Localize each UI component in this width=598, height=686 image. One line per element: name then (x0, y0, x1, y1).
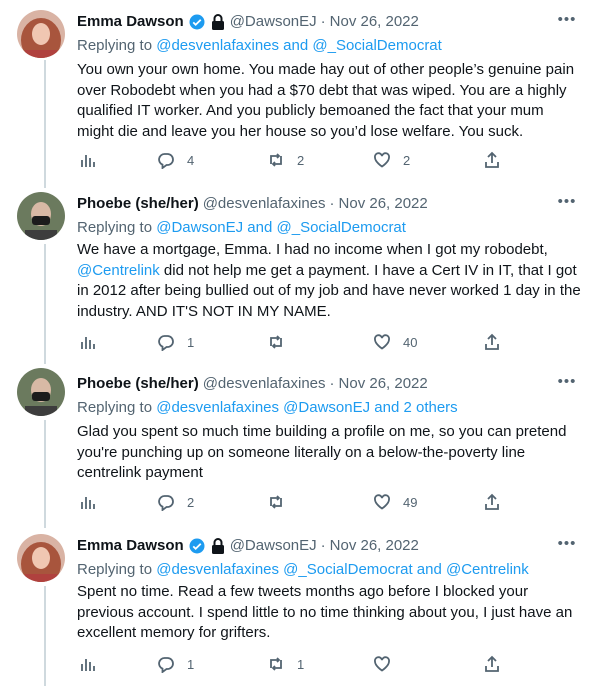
reply-button[interactable]: 1 (157, 332, 194, 352)
replying-to: Replying to @desvenlafaxines @DawsonEJ a… (77, 398, 458, 418)
retweet-icon (270, 657, 282, 671)
handle[interactable]: @desvenlafaxines (203, 374, 326, 394)
tweet-text: You own your own home. You made hay out … (77, 61, 575, 140)
reply-count: 4 (187, 152, 195, 168)
mention-link[interactable]: @Centrelink (77, 262, 160, 279)
like-icon (374, 494, 390, 510)
avatar[interactable] (17, 368, 65, 416)
separator-dot: · (320, 13, 326, 30)
separator-dot: · (320, 537, 326, 554)
lock-icon (210, 13, 226, 31)
verified-badge-icon (188, 537, 206, 555)
more-horizontal-icon[interactable]: ••• (556, 374, 578, 395)
more-horizontal-icon[interactable]: ••• (556, 12, 578, 33)
share-icon[interactable] (483, 150, 501, 170)
like-button[interactable]: 2 (373, 150, 410, 170)
display-name[interactable]: Emma Dawson (77, 536, 184, 556)
like-count: 2 (403, 152, 411, 168)
share-icon[interactable] (483, 332, 501, 352)
reply-icon (158, 495, 174, 511)
analytics-icon[interactable] (79, 150, 97, 170)
retweet-icon (270, 335, 282, 349)
retweet-button[interactable]: 2 (267, 150, 304, 170)
reply-button[interactable]: 4 (157, 150, 194, 170)
display-name[interactable]: Emma Dawson (77, 12, 184, 32)
reply-count: 1 (187, 656, 195, 672)
like-icon (374, 334, 390, 350)
tweet-text: Glad you spent so much time building a p… (77, 423, 567, 481)
timestamp[interactable]: Nov 26, 2022 (339, 194, 428, 214)
handle[interactable]: @DawsonEJ (230, 12, 317, 32)
timestamp[interactable]: Nov 26, 2022 (339, 374, 428, 394)
retweet-button[interactable]: 1 (267, 654, 304, 674)
like-button[interactable]: 40 (373, 332, 417, 352)
lock-icon (210, 537, 226, 555)
tweet-text-part: We have a mortgage, Emma. I had no incom… (77, 241, 548, 258)
thread-line (44, 244, 46, 364)
like-count: 49 (403, 494, 418, 510)
avatar[interactable] (17, 534, 65, 582)
reply-button[interactable]: 1 (157, 654, 194, 674)
tweet-text: We have a mortgage, Emma. I had no incom… (77, 240, 582, 322)
replying-to-label: Replying to (77, 219, 157, 236)
reply-count: 2 (187, 494, 195, 510)
reply-icon (158, 657, 174, 673)
action-bar: 2 49 (77, 492, 507, 512)
more-horizontal-icon[interactable]: ••• (556, 194, 578, 215)
more-horizontal-icon[interactable]: ••• (556, 536, 578, 557)
thread-line (44, 586, 46, 686)
analytics-icon[interactable] (79, 492, 97, 512)
reply-count: 1 (187, 334, 195, 350)
like-count: 40 (403, 334, 418, 350)
separator-dot: · (329, 375, 335, 392)
share-icon[interactable] (483, 654, 501, 674)
avatar[interactable] (17, 192, 65, 240)
replying-to: Replying to @desvenlafaxines and @_Socia… (77, 36, 442, 56)
timestamp[interactable]: Nov 26, 2022 (330, 536, 419, 556)
retweet-button[interactable] (267, 492, 297, 512)
retweet-icon (270, 153, 282, 167)
reply-icon (158, 153, 174, 169)
replying-to-links[interactable]: @desvenlafaxines @DawsonEJ and 2 others (156, 399, 457, 416)
replying-to-links[interactable]: @DawsonEJ and @_SocialDemocrat (156, 219, 406, 236)
action-bar: 4 2 2 (77, 150, 507, 170)
verified-badge-icon (188, 13, 206, 31)
thread-line (44, 60, 46, 188)
analytics-icon[interactable] (79, 332, 97, 352)
retweet-count: 2 (297, 152, 305, 168)
analytics-icon[interactable] (79, 654, 97, 674)
display-name[interactable]: Phoebe (she/her) (77, 374, 199, 394)
reply-icon (158, 335, 174, 351)
retweet-count: 1 (297, 656, 305, 672)
replying-to-label: Replying to (77, 399, 157, 416)
reply-button[interactable]: 2 (157, 492, 194, 512)
timestamp[interactable]: Nov 26, 2022 (330, 12, 419, 32)
replying-to-links[interactable]: @desvenlafaxines and @_SocialDemocrat (156, 37, 442, 54)
replying-to-label: Replying to (77, 37, 157, 54)
thread-line (44, 420, 46, 528)
retweet-icon (270, 495, 282, 509)
like-button[interactable]: 49 (373, 492, 417, 512)
like-button[interactable] (373, 654, 403, 674)
replying-to: Replying to @desvenlafaxines @_SocialDem… (77, 560, 529, 580)
retweet-button[interactable] (267, 332, 297, 352)
handle[interactable]: @DawsonEJ (230, 536, 317, 556)
action-bar: 1 1 (77, 654, 507, 674)
action-bar: 1 40 (77, 332, 507, 352)
tweet-text: Spent no time. Read a few tweets months … (77, 583, 573, 641)
handle[interactable]: @desvenlafaxines (203, 194, 326, 214)
like-icon (374, 152, 390, 168)
display-name[interactable]: Phoebe (she/her) (77, 194, 199, 214)
share-icon[interactable] (483, 492, 501, 512)
like-icon (374, 656, 390, 672)
replying-to: Replying to @DawsonEJ and @_SocialDemocr… (77, 218, 406, 238)
separator-dot: · (329, 195, 335, 212)
replying-to-links[interactable]: @desvenlafaxines @_SocialDemocrat and @C… (156, 561, 529, 578)
avatar[interactable] (17, 10, 65, 58)
replying-to-label: Replying to (77, 561, 157, 578)
